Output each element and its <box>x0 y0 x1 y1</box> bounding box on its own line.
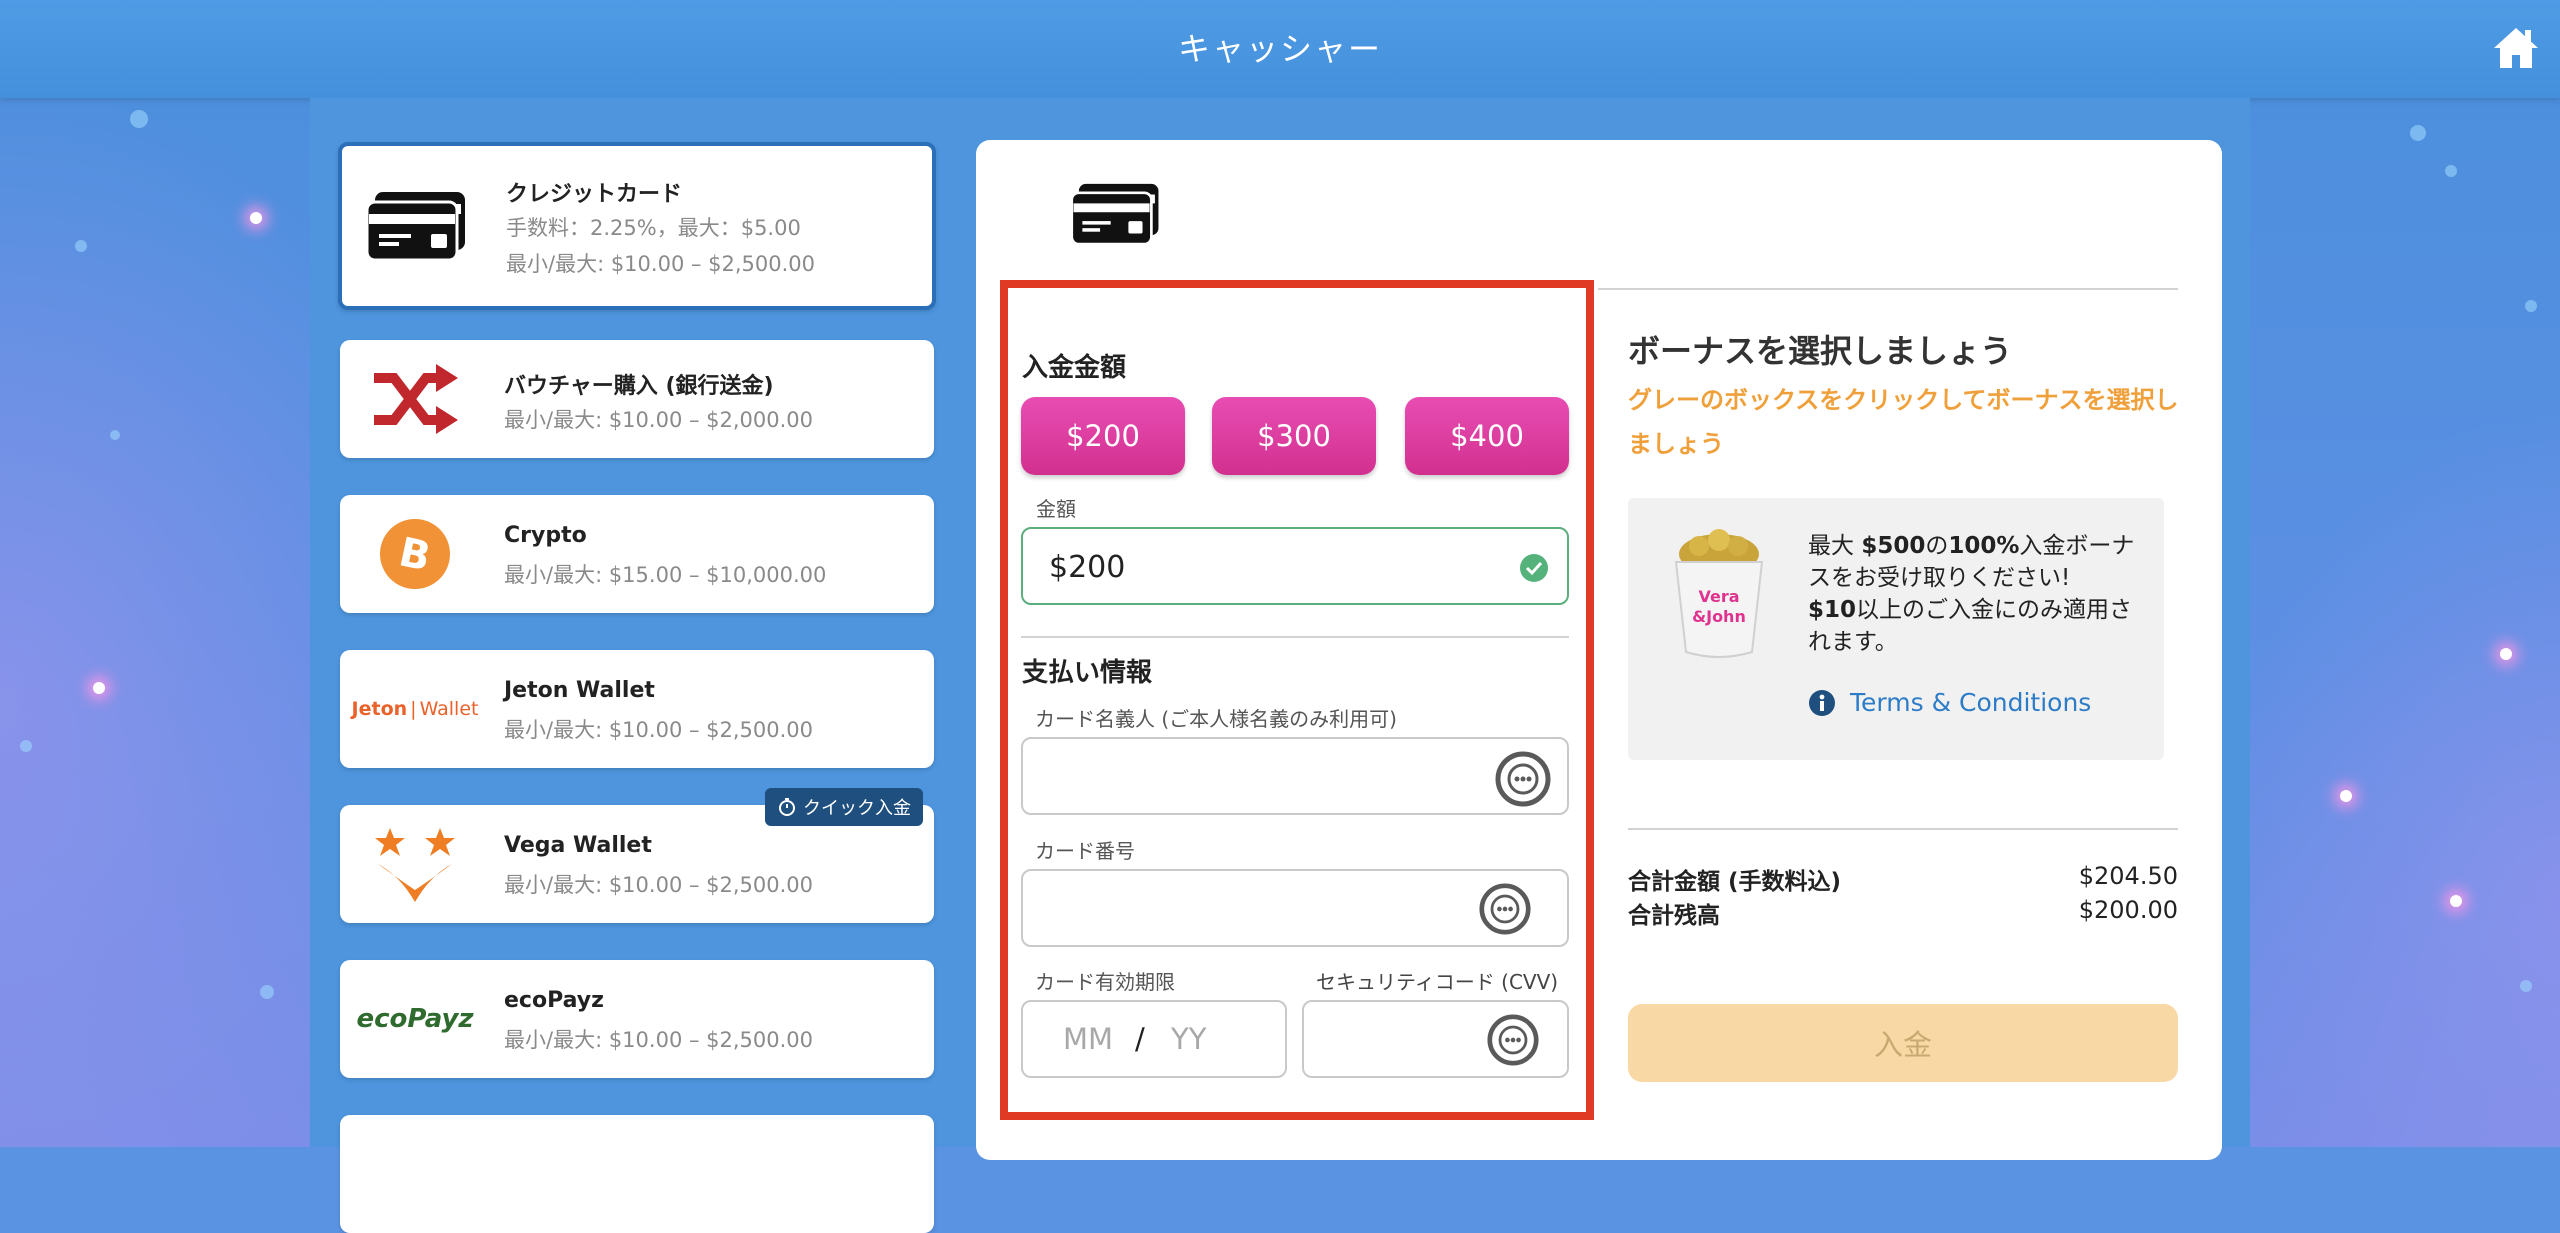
home-icon[interactable] <box>2492 24 2540 72</box>
cvv-input[interactable] <box>1328 1016 1490 1064</box>
method-crypto[interactable]: B Crypto 最小/最大: $15.00 – $10,000.00 <box>340 495 934 613</box>
terms-label[interactable]: Terms & Conditions <box>1850 688 2091 717</box>
bg-dot <box>2445 165 2457 177</box>
quick-deposit-badge: クイック入金 <box>765 788 923 826</box>
payment-info-title: 支払い情報 <box>1022 658 1153 688</box>
credit-card-icon <box>362 146 472 306</box>
amount-300-button[interactable]: $300 <box>1212 397 1376 475</box>
method-limits: 最小/最大: $15.00 – $10,000.00 <box>504 563 827 587</box>
info-icon <box>1809 689 1835 716</box>
method-limits: 最小/最大: $10.00 – $2,500.00 <box>504 873 814 897</box>
header-bar: キャッシャー <box>0 0 2560 98</box>
amount-field[interactable] <box>1021 527 1569 605</box>
method-name: Crypto <box>504 523 587 548</box>
quick-deposit-label: クイック入金 <box>803 798 911 819</box>
card-number-input[interactable] <box>1047 885 1432 933</box>
method-ecopayz[interactable]: ecoPayz ecoPayz 最小/最大: $10.00 – $2,500.0… <box>340 960 934 1078</box>
divider <box>1598 288 2178 290</box>
expiry-label: カード有効期限 <box>1035 970 1175 994</box>
autofill-icon[interactable] <box>1479 883 1531 935</box>
method-fee: 手数料：2.25%，最大：$5.00 <box>506 216 801 240</box>
method-credit-card[interactable]: クレジットカード 手数料：2.25%，最大：$5.00 最小/最大: $10.0… <box>338 142 936 310</box>
wallet-logo-text: Wallet <box>419 698 479 720</box>
credit-card-icon <box>1070 182 1162 250</box>
deposit-button[interactable]: 入金 <box>1628 1004 2178 1082</box>
method-name: バウチャー購入 (銀行送金) <box>504 374 774 399</box>
method-limits: 最小/最大: $10.00 – $2,500.00 <box>504 1028 814 1052</box>
deposit-amount-title: 入金金額 <box>1022 353 1127 383</box>
method-next[interactable] <box>340 1115 934 1233</box>
cvv-field[interactable] <box>1302 1000 1569 1078</box>
total-amount-label: 合計金額 (手数料込) <box>1628 869 1842 895</box>
bg-dot <box>2525 300 2537 312</box>
card-number-field[interactable] <box>1021 869 1569 947</box>
card-number-label: カード番号 <box>1035 839 1135 863</box>
svg-text:&John: &John <box>1692 607 1746 626</box>
bg-sparkle <box>2450 895 2462 907</box>
method-voucher[interactable]: バウチャー購入 (銀行送金) 最小/最大: $10.00 – $2,000.00 <box>340 340 934 458</box>
bitcoin-icon: B <box>360 495 470 613</box>
bg-sparkle <box>250 212 262 224</box>
bg-dot <box>260 985 274 999</box>
bg-dot <box>130 110 148 128</box>
shuffle-icon <box>360 340 470 458</box>
terms-link[interactable]: Terms & Conditions <box>1808 688 2091 717</box>
card-holder-input[interactable] <box>1047 753 1432 801</box>
expiry-field[interactable]: MM / YY <box>1021 1000 1287 1078</box>
bg-dot <box>75 240 87 252</box>
jeton-logo-text: Jeton <box>351 698 408 720</box>
coin-bucket-image: Vera &John <box>1674 529 1764 658</box>
cvv-label: セキュリティコード (CVV) <box>1316 970 1559 994</box>
stopwatch-icon <box>779 798 795 816</box>
page-title: キャッシャー <box>1177 30 1382 68</box>
method-name: ecoPayz <box>504 988 604 1013</box>
total-balance-label: 合計残高 <box>1628 903 1720 929</box>
check-icon <box>1520 554 1548 582</box>
bonus-title: ボーナスを選択しましょう <box>1628 332 2013 370</box>
svg-text:Vera: Vera <box>1698 587 1739 606</box>
card-holder-field[interactable] <box>1021 737 1569 815</box>
bg-dot <box>2410 125 2426 141</box>
bg-sparkle <box>2500 648 2512 660</box>
bg-dot <box>2520 980 2532 992</box>
card-holder-label: カード名義人 (ご本人様名義のみ利用可) <box>1035 707 1397 731</box>
expiry-month-placeholder[interactable]: MM <box>1063 1022 1113 1056</box>
bg-dot <box>110 430 120 440</box>
divider <box>1628 828 2178 830</box>
method-name: Vega Wallet <box>504 833 652 858</box>
divider <box>1021 636 1569 638</box>
ecopayz-logo: ecoPayz <box>356 960 473 1078</box>
method-jeton-wallet[interactable]: Jeton | Wallet Jeton Wallet 最小/最大: $10.00 … <box>340 650 934 768</box>
amount-input[interactable] <box>1047 543 1432 591</box>
ecopayz-logo-text: ecoPayz <box>356 1004 474 1034</box>
method-limits: 最小/最大: $10.00 – $2,000.00 <box>504 408 814 432</box>
amount-400-button[interactable]: $400 <box>1405 397 1569 475</box>
bonus-subtitle: グレーのボックスをクリックしてボーナスを選択しましょう <box>1628 386 2179 458</box>
bg-sparkle <box>2340 790 2352 802</box>
total-amount-value: $204.50 <box>2078 862 2178 890</box>
autofill-icon[interactable] <box>1487 1014 1539 1066</box>
bg-dot <box>20 740 32 752</box>
bonus-description: 最大 $500の100%入金ボーナスをお受け取りください! $10以上のご入金にの… <box>1808 533 2135 655</box>
jeton-wallet-logo: Jeton | Wallet <box>351 698 479 720</box>
bg-sparkle <box>93 682 105 694</box>
expiry-year-placeholder[interactable]: YY <box>1171 1022 1206 1056</box>
method-name: Jeton Wallet <box>504 678 655 703</box>
total-balance-value: $200.00 <box>2078 896 2178 924</box>
method-limits: 最小/最大: $10.00 – $2,500.00 <box>506 252 816 276</box>
expiry-separator: / <box>1135 1022 1145 1056</box>
vega-wallet-logo <box>360 805 470 923</box>
autofill-icon[interactable] <box>1495 751 1551 807</box>
method-limits: 最小/最大: $10.00 – $2,500.00 <box>504 718 814 742</box>
amount-label: 金額 <box>1036 497 1076 521</box>
method-name: クレジットカード <box>506 182 683 207</box>
amount-200-button[interactable]: $200 <box>1021 397 1185 475</box>
